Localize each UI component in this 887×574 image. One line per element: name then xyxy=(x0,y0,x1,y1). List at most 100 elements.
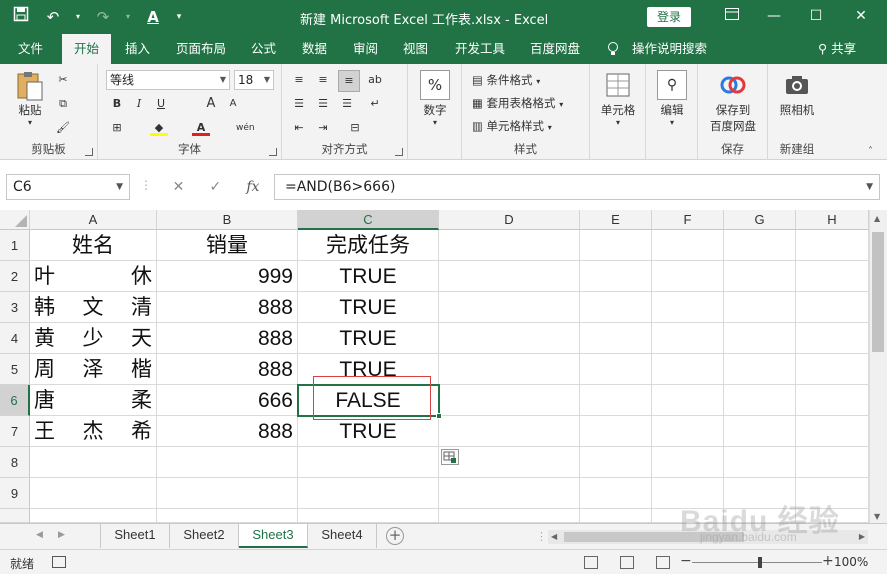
empty-cell[interactable] xyxy=(724,447,796,478)
empty-cell[interactable] xyxy=(157,509,298,523)
tell-me-search[interactable]: 操作说明搜索 xyxy=(632,34,707,64)
cell-b1[interactable]: 销量 xyxy=(157,230,298,261)
collapse-ribbon-icon[interactable]: ˄ xyxy=(868,146,873,157)
empty-cell[interactable] xyxy=(580,354,652,385)
column-header-c[interactable]: C xyxy=(298,210,439,230)
empty-cell[interactable] xyxy=(796,261,869,292)
empty-cell[interactable] xyxy=(652,323,724,354)
empty-cell[interactable] xyxy=(796,292,869,323)
font-color-icon[interactable]: A xyxy=(192,120,210,136)
vertical-scroll-thumb[interactable] xyxy=(872,232,884,352)
scroll-up-icon[interactable]: ▲ xyxy=(874,214,880,223)
column-header-f[interactable]: F xyxy=(652,210,724,230)
font-launcher-icon[interactable] xyxy=(269,148,277,156)
cell-c4[interactable]: TRUE xyxy=(298,323,439,354)
align-middle-icon[interactable]: ≡ xyxy=(314,72,332,88)
column-header-b[interactable]: B xyxy=(157,210,298,230)
cell-b4[interactable]: 888 xyxy=(157,323,298,354)
tab-data[interactable]: 数据 xyxy=(302,34,327,64)
row-header-3[interactable]: 3 xyxy=(0,292,30,323)
align-center-icon[interactable]: ☰ xyxy=(314,96,332,112)
tab-view[interactable]: 视图 xyxy=(403,34,428,64)
tab-insert[interactable]: 插入 xyxy=(125,34,150,64)
save-icon[interactable] xyxy=(10,6,32,28)
zoom-in-icon[interactable]: + xyxy=(822,553,834,569)
zoom-slider[interactable] xyxy=(692,562,822,563)
name-box[interactable]: C6 ▼ xyxy=(6,174,130,200)
empty-cell[interactable] xyxy=(580,385,652,416)
tab-file[interactable]: 文件 xyxy=(18,34,43,64)
tab-developer[interactable]: 开发工具 xyxy=(455,34,505,64)
zoom-slider-knob[interactable] xyxy=(758,557,762,568)
quick-analysis-icon[interactable] xyxy=(441,449,459,465)
add-sheet-icon[interactable]: + xyxy=(386,527,404,545)
sheet-tab-1[interactable]: Sheet1 xyxy=(101,524,170,548)
fill-color-icon[interactable]: ◆ xyxy=(150,120,168,136)
empty-cell[interactable] xyxy=(796,416,869,447)
increase-indent-icon[interactable]: ⇥ xyxy=(314,120,332,136)
camera-button[interactable]: 照相机 xyxy=(774,70,820,118)
empty-cell[interactable] xyxy=(580,478,652,509)
enter-icon[interactable]: ✓ xyxy=(209,179,221,195)
empty-cell[interactable] xyxy=(580,323,652,354)
next-sheet-icon[interactable]: ▶ xyxy=(58,530,65,540)
empty-cell[interactable] xyxy=(580,292,652,323)
cancel-icon[interactable]: ✕ xyxy=(173,179,185,195)
row-header-6[interactable]: 6 xyxy=(0,385,30,416)
column-header-d[interactable]: D xyxy=(439,210,580,230)
empty-cell[interactable] xyxy=(652,261,724,292)
empty-cell[interactable] xyxy=(796,230,869,261)
empty-cell[interactable] xyxy=(30,509,157,523)
format-painter-icon[interactable]: 🖌 xyxy=(54,120,72,136)
row-header-4[interactable]: 4 xyxy=(0,323,30,354)
alignment-launcher-icon[interactable] xyxy=(395,148,403,156)
empty-cell[interactable] xyxy=(724,385,796,416)
cell-a6[interactable]: 唐柔 xyxy=(30,385,157,416)
clipboard-launcher-icon[interactable] xyxy=(85,148,93,156)
cell-b7[interactable]: 888 xyxy=(157,416,298,447)
select-all-corner[interactable] xyxy=(0,210,30,230)
empty-cell[interactable] xyxy=(580,509,652,523)
borders-icon[interactable]: ⊞ xyxy=(108,120,126,136)
empty-cell[interactable] xyxy=(580,230,652,261)
empty-cell[interactable] xyxy=(439,354,580,385)
tab-home[interactable]: 开始 xyxy=(62,34,112,64)
empty-cell[interactable] xyxy=(652,230,724,261)
tab-formulas[interactable]: 公式 xyxy=(251,34,276,64)
cell-b3[interactable]: 888 xyxy=(157,292,298,323)
cell-a7[interactable]: 王杰希 xyxy=(30,416,157,447)
tab-baidu-netdisk[interactable]: 百度网盘 xyxy=(530,34,580,64)
sheet-tab-4[interactable]: Sheet4 xyxy=(308,524,377,548)
cell-a1[interactable]: 姓名 xyxy=(30,230,157,261)
minimize-icon[interactable]: — xyxy=(755,3,793,29)
empty-cell[interactable] xyxy=(724,230,796,261)
align-bottom-icon[interactable]: ≡ xyxy=(338,70,360,92)
empty-cell[interactable] xyxy=(652,416,724,447)
underline-button[interactable]: U xyxy=(152,96,170,112)
row-header-8[interactable]: 8 xyxy=(0,447,30,478)
row-header-9[interactable]: 9 xyxy=(0,478,30,509)
copy-icon[interactable]: ⧉ xyxy=(54,96,72,112)
undo-icon[interactable]: ↶ xyxy=(42,6,64,28)
decrease-indent-icon[interactable]: ⇤ xyxy=(290,120,308,136)
row-header-1[interactable]: 1 xyxy=(0,230,30,261)
empty-cell[interactable] xyxy=(796,323,869,354)
sheet-tab-3[interactable]: Sheet3 xyxy=(239,524,308,548)
column-header-g[interactable]: G xyxy=(724,210,796,230)
cell-a3[interactable]: 韩文清 xyxy=(30,292,157,323)
empty-cell[interactable] xyxy=(439,261,580,292)
insert-function-icon[interactable]: fx xyxy=(246,179,259,195)
cell-c1[interactable]: 完成任务 xyxy=(298,230,439,261)
empty-cell[interactable] xyxy=(796,385,869,416)
cell-b2[interactable]: 999 xyxy=(157,261,298,292)
row-header-2[interactable]: 2 xyxy=(0,261,30,292)
paste-button[interactable]: 粘贴 ▾ xyxy=(8,70,52,127)
maximize-icon[interactable]: ☐ xyxy=(797,3,835,29)
empty-cell[interactable] xyxy=(724,323,796,354)
empty-cell[interactable] xyxy=(652,385,724,416)
phonetic-icon[interactable]: wén xyxy=(236,120,255,136)
empty-cell[interactable] xyxy=(796,447,869,478)
empty-cell[interactable] xyxy=(157,447,298,478)
merge-center-icon[interactable]: ⊟ xyxy=(346,120,364,136)
row-header-7[interactable]: 7 xyxy=(0,416,30,447)
